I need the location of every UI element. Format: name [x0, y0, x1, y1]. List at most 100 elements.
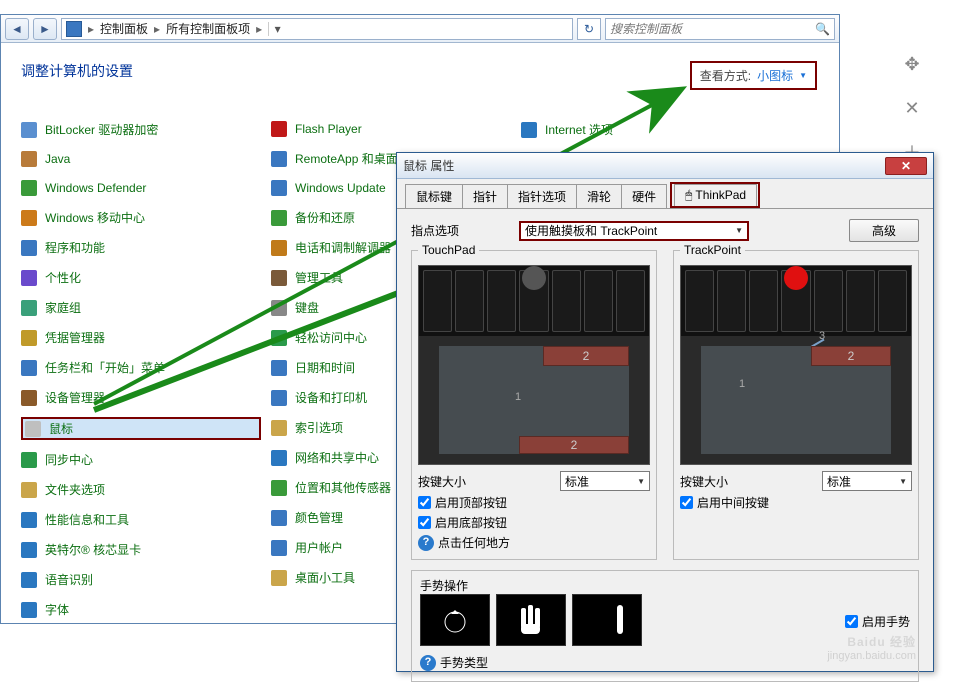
gesture-group: 手势操作 启用手势 ?手势类型: [411, 570, 919, 682]
tab-thinkpad[interactable]: 🖱 ThinkPad: [674, 184, 757, 206]
cp-item-label: 个性化: [45, 269, 81, 286]
watermark-brand: Baidu 经验: [847, 633, 916, 650]
cp-item-label: 轻松访问中心: [295, 329, 367, 346]
cp-item-label: Windows Defender: [45, 181, 146, 195]
cp-item[interactable]: 家庭组: [21, 297, 261, 318]
chevron-right-icon: ▸: [256, 22, 262, 36]
cp-item-label: 性能信息和工具: [45, 511, 129, 528]
search-input[interactable]: 搜索控制面板 🔍: [605, 18, 835, 40]
cp-item-label: 文件夹选项: [45, 481, 105, 498]
enable-middle-checkbox[interactable]: 启用中间按键: [680, 494, 912, 511]
touchpad-size-combo[interactable]: 标准▼: [560, 471, 650, 491]
cp-item[interactable]: 程序和功能: [21, 237, 261, 258]
cp-item[interactable]: 性能信息和工具: [21, 509, 261, 530]
tab-buttons[interactable]: 鼠标键: [405, 184, 463, 208]
cp-item[interactable]: Internet 选项: [521, 119, 761, 140]
cp-item[interactable]: Windows 移动中心: [21, 207, 261, 228]
cp-item-label: 英特尔® 核芯显卡: [45, 541, 141, 558]
watermark-url: jingyan.baidu.com: [827, 650, 916, 662]
pointing-device-combo[interactable]: 使用触摸板和 TrackPoint ▼: [519, 221, 749, 241]
cp-item-icon: [271, 420, 287, 436]
cp-item-icon: [21, 210, 37, 226]
cp-item-icon: [271, 540, 287, 556]
chevron-right-icon: ▸: [154, 22, 160, 36]
cp-item-label: 管理工具: [295, 269, 343, 286]
cp-item[interactable]: 任务栏和「开始」菜单: [21, 357, 261, 378]
cp-item-icon: [271, 570, 287, 586]
enable-gesture-checkbox[interactable]: 启用手势: [845, 613, 910, 630]
cp-item-label: 凭据管理器: [45, 329, 105, 346]
cp-item-icon: [21, 360, 37, 376]
cp-item[interactable]: BitLocker 驱动器加密: [21, 119, 261, 140]
cp-item[interactable]: 鼠标: [21, 417, 261, 440]
nav-forward-button[interactable]: ►: [33, 18, 57, 40]
cp-item[interactable]: Flash Player: [271, 119, 511, 139]
view-mode-selector[interactable]: 查看方式: 小图标 ▼: [690, 61, 817, 90]
button-size-label: 按键大小: [680, 473, 728, 490]
cp-item-icon: [21, 122, 37, 138]
refresh-button[interactable]: ↻: [577, 18, 601, 40]
cp-item-icon: [271, 480, 287, 496]
cp-item-label: BitLocker 驱动器加密: [45, 121, 158, 138]
cp-item-label: 网络和共享中心: [295, 449, 379, 466]
cp-item-icon: [271, 210, 287, 226]
crumb-2[interactable]: 所有控制面板项: [166, 20, 250, 37]
cp-item-icon: [21, 542, 37, 558]
addr-dropdown[interactable]: ▾: [268, 22, 286, 36]
trackpoint-size-combo[interactable]: 标准▼: [822, 471, 912, 491]
cp-item[interactable]: 设备管理器: [21, 387, 261, 408]
cp-item[interactable]: 英特尔® 核芯显卡: [21, 539, 261, 560]
cp-item-label: 索引选项: [295, 419, 343, 436]
close-button[interactable]: ✕: [885, 157, 927, 175]
mouse-properties-dialog: 鼠标 属性 ✕ 鼠标键 指针 指针选项 滑轮 硬件 🖱 ThinkPad 指点选…: [396, 152, 934, 672]
move-icon[interactable]: ✥: [900, 52, 924, 76]
trackpoint-pane: TrackPoint 3 1 2 按键大小 标准▼ 启用中间按键: [673, 250, 919, 560]
tab-hardware[interactable]: 硬件: [621, 184, 667, 208]
close-icon[interactable]: ✕: [900, 96, 924, 120]
cp-item[interactable]: 个性化: [21, 267, 261, 288]
breadcrumb[interactable]: ▸ 控制面板 ▸ 所有控制面板项 ▸ ▾: [61, 18, 573, 40]
cp-item[interactable]: 字体: [21, 599, 261, 620]
crumb-1[interactable]: 控制面板: [100, 20, 148, 37]
cp-item-icon: [271, 510, 287, 526]
cp-item-label: 家庭组: [45, 299, 81, 316]
help-icon: ?: [420, 655, 436, 671]
search-icon: 🔍: [815, 22, 830, 36]
advanced-button[interactable]: 高级: [849, 219, 919, 242]
cp-item-icon: [21, 151, 37, 167]
cp-item[interactable]: Windows Defender: [21, 178, 261, 198]
enable-bottom-checkbox[interactable]: 启用底部按钮: [418, 514, 650, 531]
cp-item[interactable]: 文件夹选项: [21, 479, 261, 500]
thinkpad-icon: 🖱: [685, 188, 692, 202]
tab-wheel[interactable]: 滑轮: [576, 184, 622, 208]
tab-pointer-options[interactable]: 指针选项: [507, 184, 577, 208]
cp-item-icon: [271, 390, 287, 406]
cp-item[interactable]: 凭据管理器: [21, 327, 261, 348]
gesture-rotate-icon: [420, 594, 490, 646]
dialog-title: 鼠标 属性: [403, 157, 454, 174]
address-bar: ◄ ► ▸ 控制面板 ▸ 所有控制面板项 ▸ ▾ ↻ 搜索控制面板 🔍: [1, 15, 839, 43]
cp-item-icon: [271, 300, 287, 316]
nav-back-button[interactable]: ◄: [5, 18, 29, 40]
trackpoint-button: 2: [811, 346, 891, 366]
dialog-tabs: 鼠标键 指针 指针选项 滑轮 硬件 🖱 ThinkPad: [397, 185, 933, 209]
pointing-option-label: 指点选项: [411, 222, 507, 239]
chevron-right-icon: ▸: [88, 22, 94, 36]
trackpoint-red-dot-icon: [784, 266, 808, 290]
tab-pointers[interactable]: 指针: [462, 184, 508, 208]
cp-item-icon: [21, 240, 37, 256]
cp-item-label: 颜色管理: [295, 509, 343, 526]
cp-item-label: 同步中心: [45, 451, 93, 468]
enable-top-checkbox[interactable]: 启用顶部按钮: [418, 494, 650, 511]
cp-item[interactable]: 同步中心: [21, 449, 261, 470]
help-icon: ?: [418, 535, 434, 551]
cp-item-icon: [271, 180, 287, 196]
cp-item-icon: [21, 512, 37, 528]
cp-item-icon: [21, 270, 37, 286]
cp-item-icon: [521, 122, 537, 138]
click-anywhere-help[interactable]: ?点击任何地方: [418, 534, 650, 551]
cp-item[interactable]: 语音识别: [21, 569, 261, 590]
cp-item[interactable]: Java: [21, 149, 261, 169]
dialog-titlebar: 鼠标 属性 ✕: [397, 153, 933, 179]
cp-item-icon: [271, 270, 287, 286]
